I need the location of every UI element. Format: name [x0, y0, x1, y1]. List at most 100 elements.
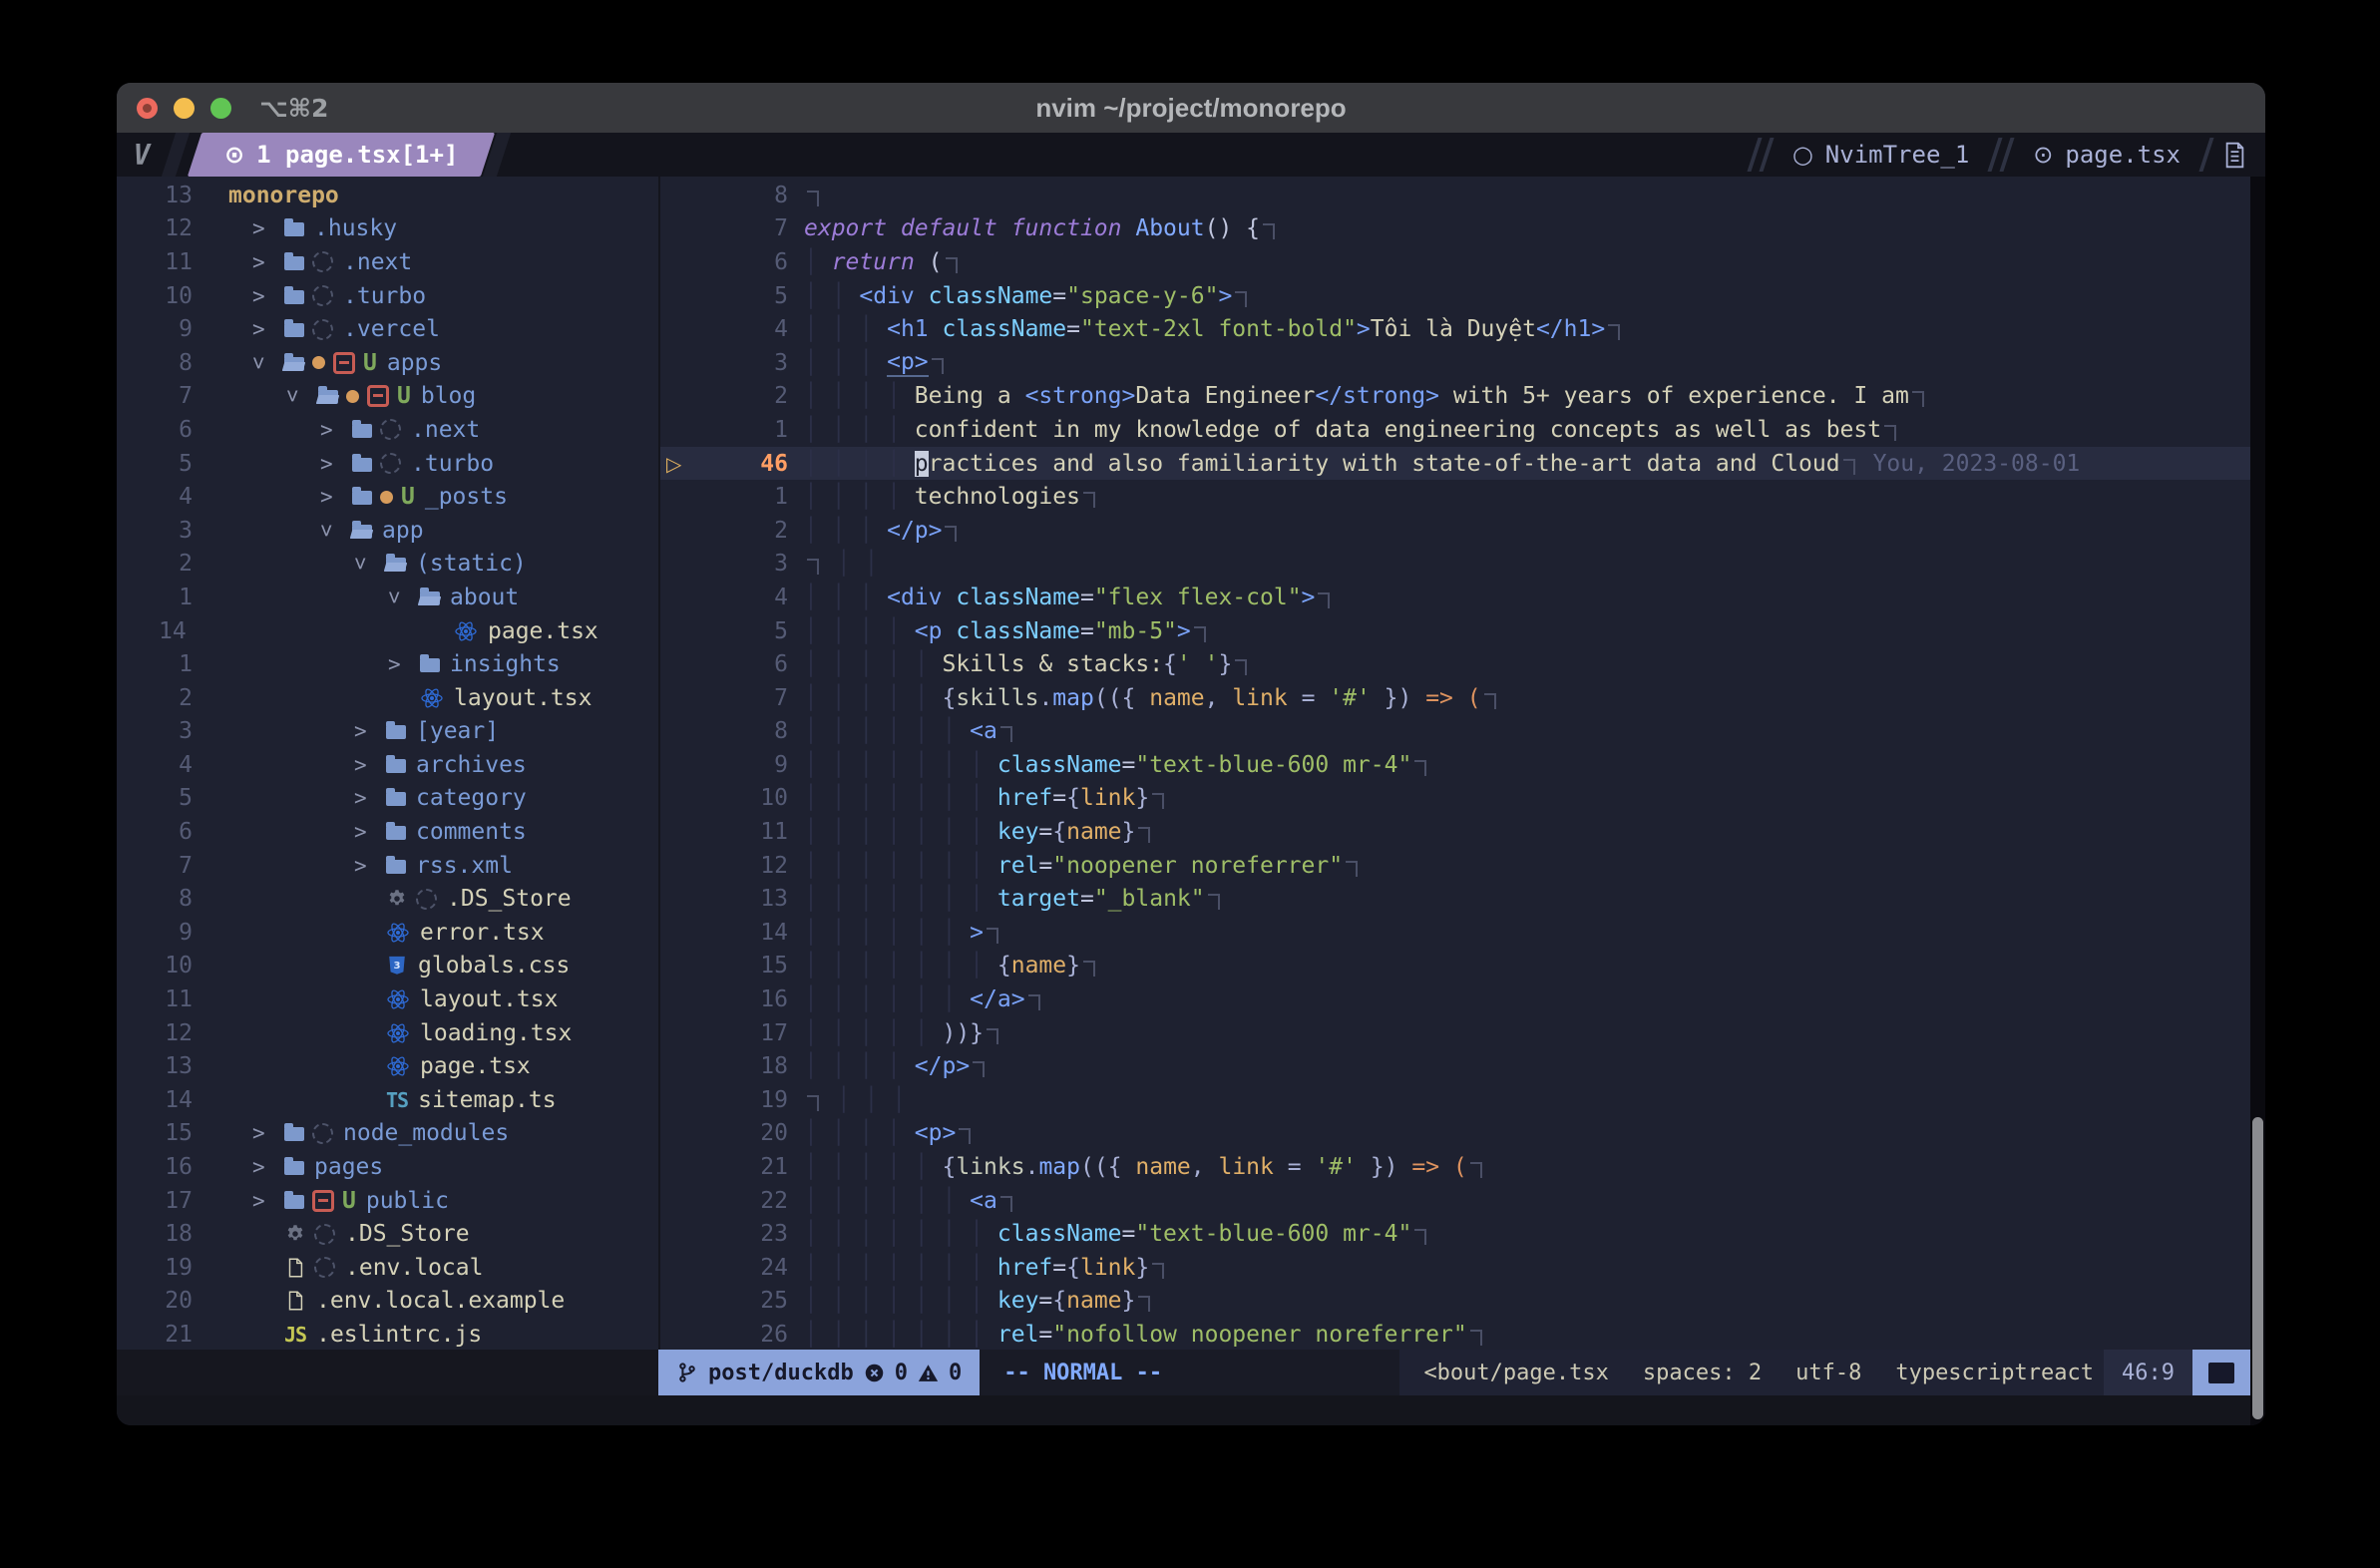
code-line[interactable]: 16│ │ │ │ │ │ </a>	[660, 982, 2265, 1016]
tree-row[interactable]: 12>.husky	[117, 212, 658, 246]
document-icon[interactable]	[2212, 133, 2265, 177]
code-line[interactable]: 17│ │ │ │ │ ))}	[660, 1016, 2265, 1050]
tree-row[interactable]: 4>archives	[117, 748, 658, 782]
tree-item-name[interactable]: (static)	[416, 551, 527, 577]
tree-item-name[interactable]: loading.tsx	[420, 1020, 572, 1046]
tree-row[interactable]: 19.env.local	[117, 1251, 658, 1285]
tree-row[interactable]: 20.env.local.example	[117, 1285, 658, 1319]
code-line[interactable]: 24│ │ │ │ │ │ │ href={link}	[660, 1251, 2265, 1285]
tree-row[interactable]: 7>Ublog	[117, 380, 658, 414]
tree-item-name[interactable]: layout.tsx	[454, 685, 592, 711]
tree-row[interactable]: 21JS.eslintrc.js	[117, 1318, 658, 1350]
tree-row[interactable]: 17>Upublic	[117, 1184, 658, 1218]
tree-row[interactable]: 8>Uapps	[117, 346, 658, 380]
code-line[interactable]: 13│ │ │ │ │ │ │ target="_blank"	[660, 882, 2265, 916]
tree-row[interactable]: 1>insights	[117, 647, 658, 681]
tree-item-name[interactable]: globals.css	[418, 953, 570, 979]
chevron-right-icon[interactable]: >	[354, 719, 384, 743]
code-editor[interactable]: 87export default function About() {6│ re…	[660, 177, 2265, 1350]
code-line[interactable]: 1│ │ │ │ technologies	[660, 480, 2265, 514]
code-line[interactable]: 12│ │ │ │ │ │ │ rel="noopener noreferrer…	[660, 849, 2265, 883]
code-line[interactable]: 7export default function About() {	[660, 212, 2265, 246]
tree-item-name[interactable]: .DS_Store	[447, 886, 572, 912]
chevron-down-icon[interactable]: >	[354, 552, 384, 576]
tree-item-name[interactable]: .env.local.example	[316, 1288, 565, 1314]
code-line[interactable]: 11│ │ │ │ │ │ │ key={name}	[660, 815, 2265, 849]
scrollbar[interactable]	[2250, 177, 2265, 1425]
command-line[interactable]	[117, 1395, 2265, 1425]
tree-item-name[interactable]: insights	[450, 651, 561, 677]
chevron-right-icon[interactable]: >	[252, 284, 282, 308]
tree-item-name[interactable]: .next	[343, 249, 412, 275]
chevron-down-icon[interactable]: >	[252, 351, 282, 375]
tree-row[interactable]: 9>.vercel	[117, 312, 658, 346]
tree-row[interactable]: 6>comments	[117, 815, 658, 849]
code-line[interactable]: 15│ │ │ │ │ │ │ {name}	[660, 950, 2265, 983]
code-line[interactable]: 5│ │ <div className="space-y-6">	[660, 279, 2265, 313]
tree-item-name[interactable]: .turbo	[411, 451, 494, 477]
tree-row[interactable]: 3>app	[117, 514, 658, 548]
code-line[interactable]: 1│ │ │ │ confident in my knowledge of da…	[660, 413, 2265, 447]
chevron-right-icon[interactable]: >	[320, 418, 350, 442]
tree-row[interactable]: 10>.turbo	[117, 279, 658, 313]
code-line[interactable]: 14│ │ │ │ │ │ >	[660, 916, 2265, 950]
tree-item-name[interactable]: apps	[387, 350, 442, 376]
tab-nvimtree[interactable]: ○ NvimTree_1	[1773, 133, 1989, 177]
tree-row[interactable]: 14TSsitemap.ts	[117, 1083, 658, 1117]
code-line[interactable]: 6│ return (	[660, 245, 2265, 279]
code-line[interactable]: 25│ │ │ │ │ │ │ key={name}	[660, 1285, 2265, 1319]
tree-row[interactable]: 1>about	[117, 581, 658, 614]
code-line[interactable]: 4│ │ │ <h1 className="text-2xl font-bold…	[660, 312, 2265, 346]
tree-row[interactable]: 103globals.css	[117, 950, 658, 983]
tree-item-name[interactable]: comments	[416, 819, 527, 845]
code-line[interactable]: ▷46│ │ │ │ practices and also familiarit…	[660, 447, 2265, 481]
tree-item-name[interactable]: error.tsx	[420, 920, 545, 946]
code-line[interactable]: 26│ │ │ │ │ │ │ rel="nofollow noopener n…	[660, 1318, 2265, 1350]
tree-row[interactable]: 18.DS_Store	[117, 1217, 658, 1251]
chevron-right-icon[interactable]: >	[320, 485, 350, 509]
nvimtree-panel[interactable]: 13monorepo12>.husky11>.next10>.turbo9>.v…	[117, 177, 660, 1350]
tree-item-name[interactable]: rss.xml	[416, 853, 513, 879]
chevron-right-icon[interactable]: >	[252, 250, 282, 274]
tree-row[interactable]: 15>node_modules	[117, 1117, 658, 1151]
chevron-right-icon[interactable]: >	[354, 786, 384, 810]
tree-item-name[interactable]: category	[416, 785, 527, 811]
code-line[interactable]: 2│ │ │ │ Being a <strong>Data Engineer</…	[660, 380, 2265, 414]
code-line[interactable]: 9│ │ │ │ │ │ │ className="text-blue-600 …	[660, 748, 2265, 782]
tree-item-name[interactable]: .eslintrc.js	[316, 1322, 482, 1348]
tree-row[interactable]: 4>U_posts	[117, 480, 658, 514]
tree-item-name[interactable]: blog	[421, 383, 476, 409]
code-line[interactable]: 7│ │ │ │ │ {skills.map(({ name, link = '…	[660, 681, 2265, 715]
tree-row[interactable]: 13page.tsx	[117, 1049, 658, 1083]
code-line[interactable]: 23│ │ │ │ │ │ │ className="text-blue-600…	[660, 1217, 2265, 1251]
chevron-right-icon[interactable]: >	[320, 452, 350, 476]
tree-item-name[interactable]: .next	[411, 417, 480, 443]
tree-row[interactable]: 2layout.tsx	[117, 681, 658, 715]
code-line[interactable]: 4│ │ │ <div className="flex flex-col">	[660, 581, 2265, 614]
tree-row[interactable]: 16>pages	[117, 1150, 658, 1184]
chevron-right-icon[interactable]: >	[388, 652, 418, 676]
titlebar[interactable]: ⌥⌘2 nvim ~/project/monorepo	[117, 83, 2265, 133]
code-line[interactable]: 19 │ │ │	[660, 1083, 2265, 1117]
code-line[interactable]: 22│ │ │ │ │ │ <a	[660, 1184, 2265, 1218]
tree-item-name[interactable]: .turbo	[343, 283, 426, 309]
tree-row[interactable]: 9error.tsx	[117, 916, 658, 950]
chevron-right-icon[interactable]: >	[252, 317, 282, 341]
tree-item-name[interactable]: .husky	[314, 215, 397, 241]
chevron-right-icon[interactable]: >	[252, 1189, 282, 1213]
tab-active-buffer[interactable]: ⊙ 1 page.tsx[1+]	[188, 133, 496, 177]
code-line[interactable]: 21│ │ │ │ │ {links.map(({ name, link = '…	[660, 1150, 2265, 1184]
tree-item-name[interactable]: page.tsx	[420, 1053, 531, 1079]
tree-item-name[interactable]: pages	[314, 1154, 383, 1180]
tree-row[interactable]: 11layout.tsx	[117, 982, 658, 1016]
tree-item-name[interactable]: _posts	[425, 484, 508, 510]
code-line[interactable]: 8	[660, 179, 2265, 212]
tree-item-name[interactable]: [year]	[416, 718, 499, 744]
tree-item-name[interactable]: public	[366, 1188, 449, 1214]
code-line[interactable]: 5│ │ │ │ <p className="mb-5">	[660, 614, 2265, 648]
tree-item-name[interactable]: .vercel	[343, 316, 440, 342]
tab-pagetsx[interactable]: ⊙ page.tsx	[2013, 133, 2200, 177]
code-line[interactable]: 10│ │ │ │ │ │ │ href={link}	[660, 782, 2265, 816]
tree-row[interactable]: 12loading.tsx	[117, 1016, 658, 1050]
chevron-right-icon[interactable]: >	[252, 1121, 282, 1145]
